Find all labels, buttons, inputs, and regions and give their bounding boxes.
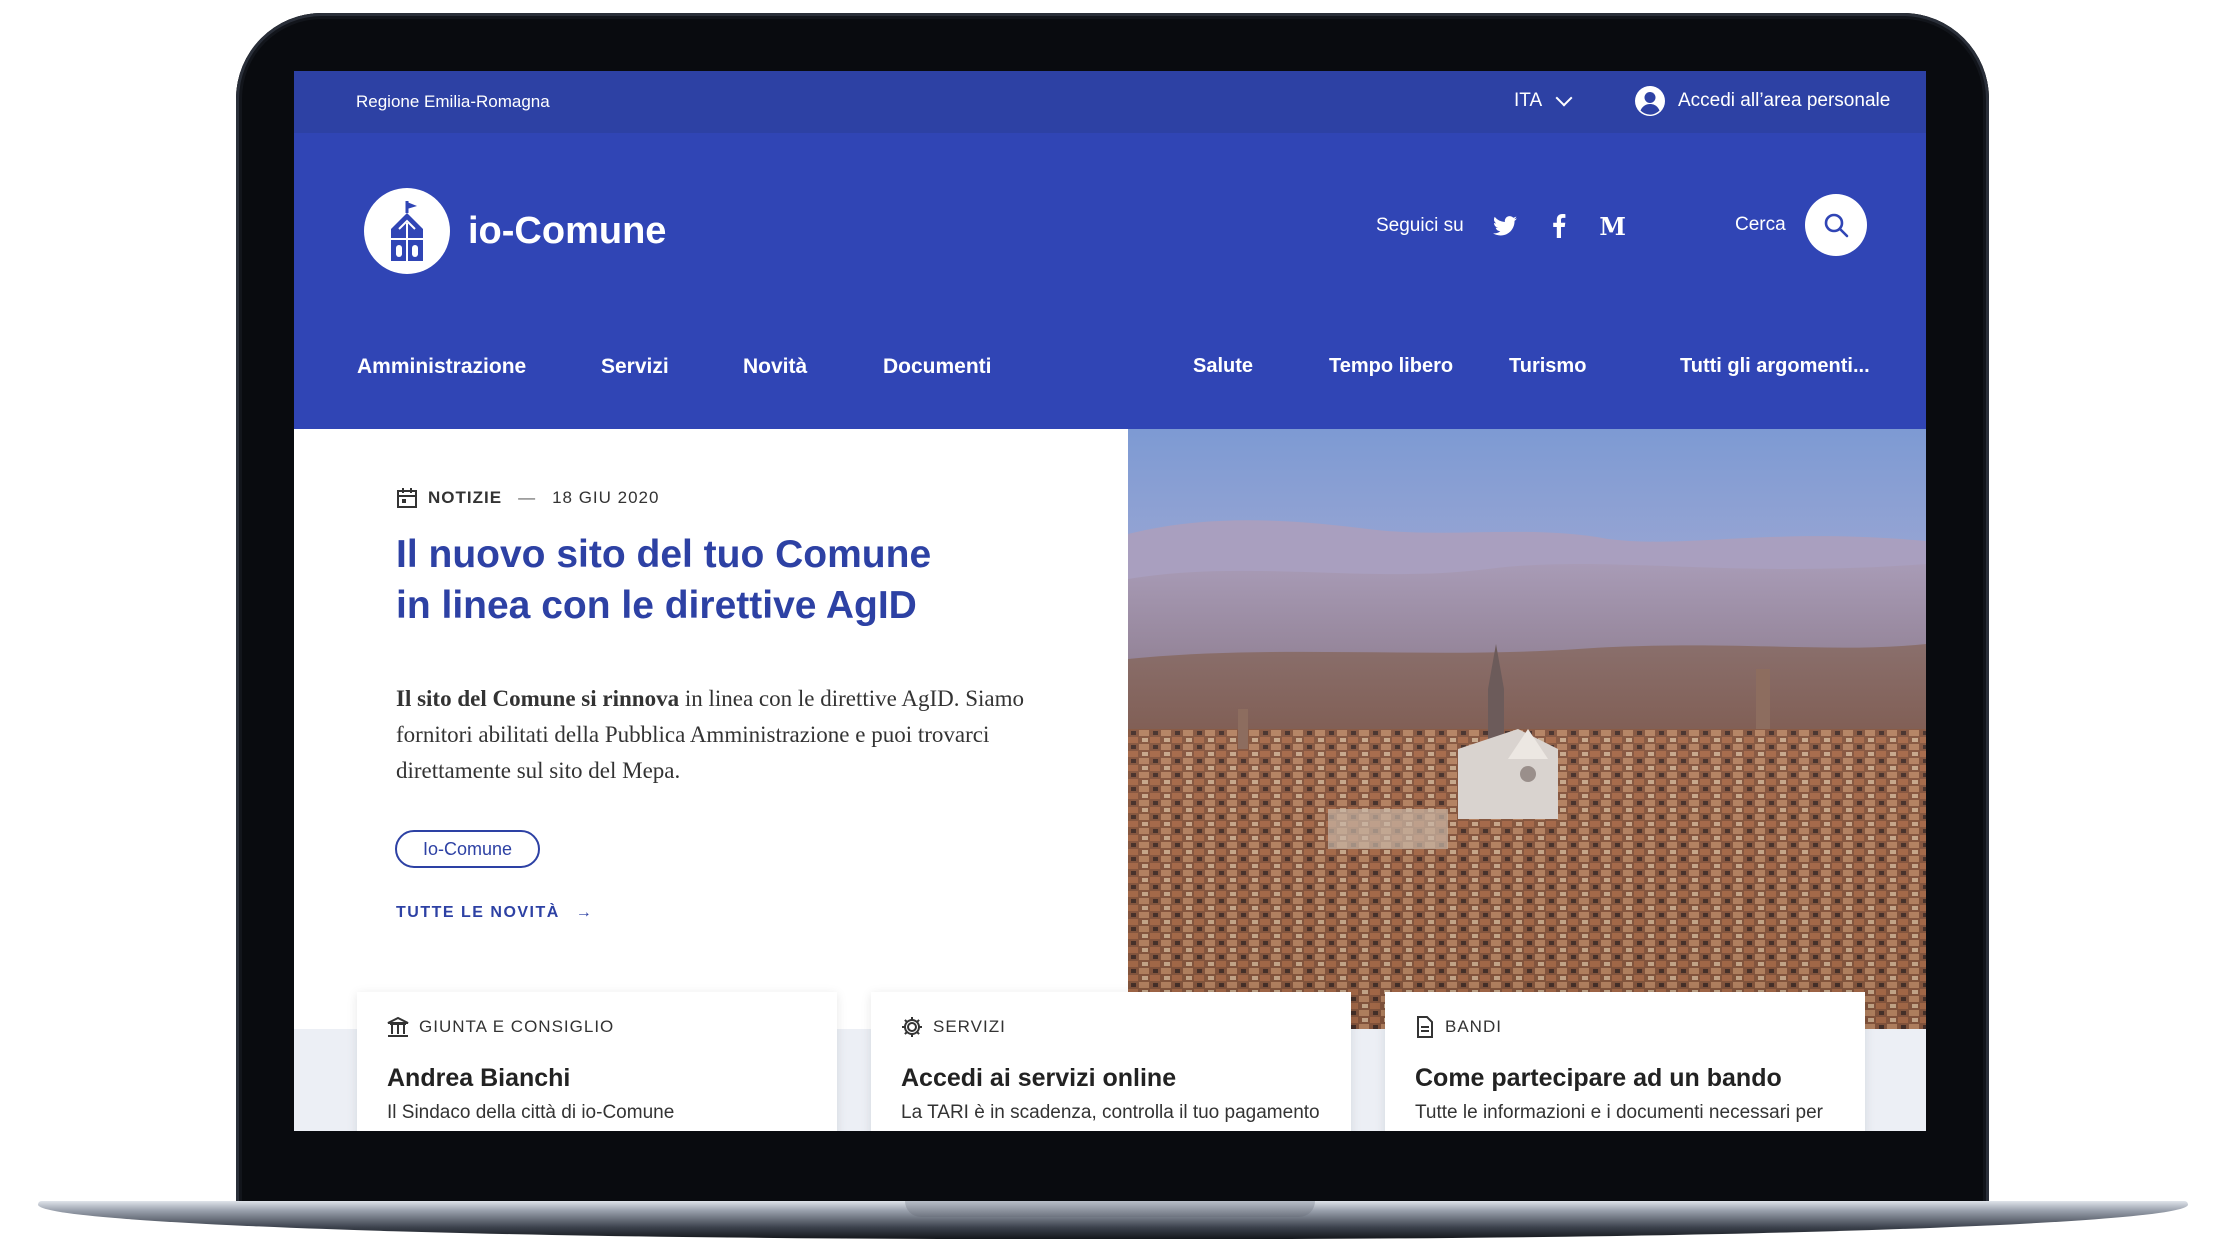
twitter-icon[interactable] [1492, 213, 1518, 239]
all-news-label: TUTTE LE NOVITÀ [396, 904, 560, 921]
card-text: Il Sindaco della città di io-Comune [387, 1102, 675, 1123]
topic-item-turismo[interactable]: Turismo [1509, 355, 1586, 378]
follow-label: Seguici su [1376, 215, 1464, 236]
search-icon [1824, 213, 1849, 238]
card-category: GIUNTA E CONSIGLIO [387, 1016, 614, 1038]
institution-icon [387, 1016, 409, 1037]
hero-kicker: NOTIZIE — 18 GIU 2020 [396, 487, 659, 509]
card-title[interactable]: Andrea Bianchi [387, 1064, 570, 1093]
calendar-icon [397, 488, 417, 508]
site-logo-link[interactable]: io-Comune [364, 188, 666, 274]
language-label: ITA [1514, 90, 1543, 111]
login-label: Accedi all’area personale [1678, 90, 1891, 111]
user-icon [1635, 86, 1665, 116]
card-category-label: GIUNTA E CONSIGLIO [419, 1017, 615, 1036]
card-category: BANDI [1415, 1016, 1502, 1038]
hero-date: 18 GIU 2020 [552, 488, 660, 507]
card-category: SERVIZI [901, 1016, 1006, 1038]
logo-emblem [364, 188, 450, 274]
hero-text: Il sito del Comune si rinnova in linea c… [396, 681, 1036, 789]
city-panorama-image [1128, 429, 1926, 1029]
nav-item-documenti[interactable]: Documenti [883, 355, 992, 379]
social-links: Seguici su M [1376, 212, 1626, 241]
region-link[interactable]: Regione Emilia-Romagna [356, 92, 550, 112]
hero-category[interactable]: NOTIZIE [428, 488, 502, 508]
hero-text-bold: Il sito del Comune si rinnova [396, 686, 680, 711]
card-giunta[interactable]: GIUNTA E CONSIGLIO Andrea Bianchi Il Sin… [357, 992, 837, 1131]
laptop-hinge-notch [905, 1201, 1315, 1217]
site-header: io-Comune Seguici su M Cerca Amministraz… [294, 133, 1926, 429]
card-text: La TARI è in scadenza, controlla il tuo … [901, 1102, 1320, 1123]
hero-tag-label: Io-Comune [423, 838, 513, 859]
topic-item-salute[interactable]: Salute [1193, 355, 1253, 378]
search-label: Cerca [1735, 214, 1786, 235]
card-category-label: SERVIZI [933, 1017, 1006, 1036]
medium-icon[interactable]: M [1599, 212, 1626, 241]
topic-item-tempo-libero[interactable]: Tempo libero [1329, 355, 1453, 378]
card-title[interactable]: Accedi ai servizi online [901, 1064, 1176, 1093]
search-button[interactable] [1805, 194, 1867, 256]
tower-icon [391, 201, 423, 261]
document-icon [1417, 1016, 1433, 1038]
laptop-screen: Regione Emilia-Romagna ITA Accedi all’ar… [294, 71, 1926, 1131]
card-servizi[interactable]: SERVIZI Accedi ai servizi online La TARI… [871, 992, 1351, 1131]
hero-content: NOTIZIE — 18 GIU 2020 Il nuovo sito del … [294, 429, 1128, 989]
login-button[interactable]: Accedi all’area personale [1634, 85, 1890, 117]
card-text: Tutte le informazioni e i documenti nece… [1415, 1102, 1823, 1123]
hero-title[interactable]: Il nuovo sito del tuo Comune in linea co… [396, 529, 956, 631]
kicker-separator: — [518, 488, 537, 507]
hero-image [1128, 429, 1926, 1029]
language-selector[interactable]: ITA [1514, 89, 1573, 112]
card-title[interactable]: Come partecipare ad un bando [1415, 1064, 1782, 1093]
hero-tag-chip[interactable]: Io-Comune [395, 830, 541, 868]
card-category-label: BANDI [1445, 1017, 1502, 1036]
nav-item-novita[interactable]: Novità [743, 355, 807, 379]
all-news-link[interactable]: TUTTE LE NOVITÀ → [396, 904, 593, 922]
nav-item-servizi[interactable]: Servizi [601, 355, 669, 379]
arrow-right-icon: → [575, 904, 594, 921]
gear-icon [902, 1017, 922, 1037]
all-topics-link[interactable]: Tutti gli argomenti... [1680, 355, 1870, 378]
card-bandi[interactable]: BANDI Come partecipare ad un bando Tutte… [1385, 992, 1865, 1131]
site-name: io-Comune [468, 209, 667, 252]
facebook-icon[interactable] [1546, 213, 1572, 239]
top-bar: Regione Emilia-Romagna ITA Accedi all’ar… [294, 71, 1926, 133]
nav-item-amministrazione[interactable]: Amministrazione [357, 355, 526, 379]
chevron-down-icon [1555, 89, 1573, 107]
